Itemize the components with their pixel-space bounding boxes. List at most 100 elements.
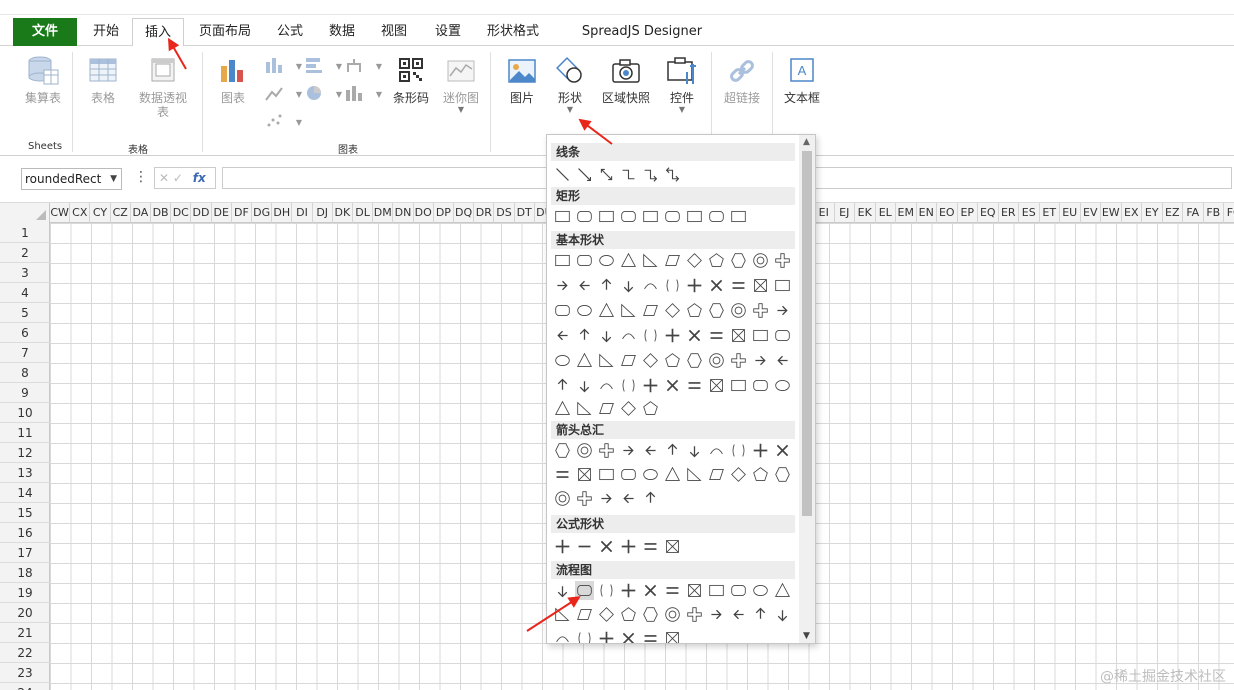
row-header[interactable]: 16 xyxy=(0,523,50,543)
tab-data[interactable]: 数据 xyxy=(318,18,366,46)
shape-option-icon[interactable] xyxy=(685,376,704,395)
shape-option-icon[interactable] xyxy=(663,276,682,295)
shape-option-icon[interactable] xyxy=(619,207,638,226)
shape-option-icon[interactable] xyxy=(685,465,704,484)
shape-option-icon[interactable] xyxy=(597,465,616,484)
shape-option-icon[interactable] xyxy=(663,629,682,643)
shape-option-icon[interactable] xyxy=(707,605,726,624)
shape-option-icon[interactable] xyxy=(751,251,770,270)
shape-option-icon[interactable] xyxy=(597,165,616,184)
shape-option-icon[interactable] xyxy=(597,537,616,556)
shape-option-icon[interactable] xyxy=(663,326,682,345)
insert-function-icon[interactable]: fx xyxy=(193,171,206,185)
panel-scrollbar[interactable]: ▲ ▼ xyxy=(799,135,815,643)
shape-option-icon[interactable] xyxy=(597,351,616,370)
row-header[interactable]: 22 xyxy=(0,643,50,663)
shape-option-icon[interactable] xyxy=(773,276,792,295)
column-header[interactable]: DG xyxy=(252,203,273,223)
tab-settings[interactable]: 设置 xyxy=(424,18,472,46)
cancel-icon[interactable]: ✕ xyxy=(159,171,169,185)
shape-option-icon[interactable] xyxy=(553,441,572,460)
bar-chart-dropdown[interactable]: ▼ xyxy=(304,56,344,76)
shape-option-icon[interactable] xyxy=(663,165,682,184)
shape-option-icon[interactable] xyxy=(641,165,660,184)
shape-option-icon[interactable] xyxy=(663,251,682,270)
tab-view[interactable]: 视图 xyxy=(370,18,418,46)
column-header[interactable]: DN xyxy=(393,203,414,223)
shape-option-icon[interactable] xyxy=(707,326,726,345)
column-header[interactable]: DS xyxy=(494,203,515,223)
table-sheet-button[interactable]: 集算表 xyxy=(18,56,68,105)
tab-home[interactable]: 开始 xyxy=(82,18,130,46)
row-header[interactable]: 14 xyxy=(0,483,50,503)
row-header[interactable]: 23 xyxy=(0,663,50,683)
row-header[interactable]: 7 xyxy=(0,343,50,363)
row-header[interactable]: 10 xyxy=(0,403,50,423)
shape-option-icon[interactable] xyxy=(641,489,660,508)
column-header[interactable]: DJ xyxy=(313,203,333,223)
shape-option-icon[interactable] xyxy=(729,276,748,295)
row-header[interactable]: 12 xyxy=(0,443,50,463)
shape-option-icon[interactable] xyxy=(619,276,638,295)
shape-option-icon[interactable] xyxy=(729,301,748,320)
column-header[interactable]: FA xyxy=(1183,203,1204,223)
shape-option-icon[interactable] xyxy=(751,465,770,484)
column-header[interactable]: EW xyxy=(1101,203,1122,223)
shape-option-icon[interactable] xyxy=(553,326,572,345)
shape-option-icon[interactable] xyxy=(553,251,572,270)
shape-option-icon[interactable] xyxy=(773,351,792,370)
column-header[interactable]: DR xyxy=(474,203,495,223)
shape-option-icon[interactable] xyxy=(553,537,572,556)
shape-option-icon[interactable] xyxy=(575,326,594,345)
chevron-down-icon[interactable]: ▼ xyxy=(110,169,117,189)
table-button[interactable]: 表格 xyxy=(82,56,124,105)
shape-option-icon[interactable] xyxy=(597,489,616,508)
shape-option-icon[interactable] xyxy=(575,165,594,184)
shape-option-icon[interactable] xyxy=(597,376,616,395)
column-header[interactable]: DT xyxy=(515,203,535,223)
shape-option-icon[interactable] xyxy=(663,207,682,226)
shape-option-icon[interactable] xyxy=(553,207,572,226)
shape-option-icon[interactable] xyxy=(707,465,726,484)
column-header[interactable]: EU xyxy=(1060,203,1081,223)
row-header[interactable]: 9 xyxy=(0,383,50,403)
shape-option-icon[interactable] xyxy=(707,351,726,370)
shape-option-icon[interactable] xyxy=(597,251,616,270)
control-button[interactable]: 控件 ▼ xyxy=(662,56,702,115)
row-header[interactable]: 1 xyxy=(0,223,50,243)
shape-option-icon[interactable] xyxy=(751,351,770,370)
row-header[interactable]: 3 xyxy=(0,263,50,283)
column-header[interactable]: EJ xyxy=(835,203,855,223)
shape-option-icon[interactable] xyxy=(729,351,748,370)
shape-option-icon[interactable] xyxy=(685,276,704,295)
shape-option-icon[interactable] xyxy=(575,465,594,484)
tab-page-layout[interactable]: 页面布局 xyxy=(190,18,260,46)
shape-option-icon[interactable] xyxy=(685,441,704,460)
shape-option-icon[interactable] xyxy=(707,276,726,295)
shape-option-icon[interactable] xyxy=(751,376,770,395)
shape-option-icon[interactable] xyxy=(773,376,792,395)
row-header[interactable]: 17 xyxy=(0,543,50,563)
shape-option-icon[interactable] xyxy=(597,605,616,624)
shape-option-icon[interactable] xyxy=(729,326,748,345)
shape-option-icon[interactable] xyxy=(619,629,638,643)
column-header[interactable]: ES xyxy=(1019,203,1040,223)
line-chart-dropdown[interactable]: ▼ xyxy=(264,84,304,104)
column-header[interactable]: ET xyxy=(1040,203,1060,223)
shape-option-icon[interactable] xyxy=(641,399,660,418)
shape-option-icon[interactable] xyxy=(663,441,682,460)
row-header[interactable]: 4 xyxy=(0,283,50,303)
column-header[interactable]: EM xyxy=(896,203,917,223)
shape-option-icon[interactable] xyxy=(575,376,594,395)
shape-option-icon[interactable] xyxy=(575,399,594,418)
shape-option-icon[interactable] xyxy=(641,605,660,624)
shape-option-icon[interactable] xyxy=(685,207,704,226)
row-header[interactable]: 6 xyxy=(0,323,50,343)
column-header[interactable]: EK xyxy=(855,203,876,223)
column-header[interactable]: CY xyxy=(90,203,111,223)
column-header[interactable]: DM xyxy=(373,203,394,223)
shape-option-icon[interactable] xyxy=(707,207,726,226)
scroll-down-icon[interactable]: ▼ xyxy=(803,631,810,641)
shape-option-icon[interactable] xyxy=(751,581,770,600)
shape-option-icon[interactable] xyxy=(641,629,660,643)
